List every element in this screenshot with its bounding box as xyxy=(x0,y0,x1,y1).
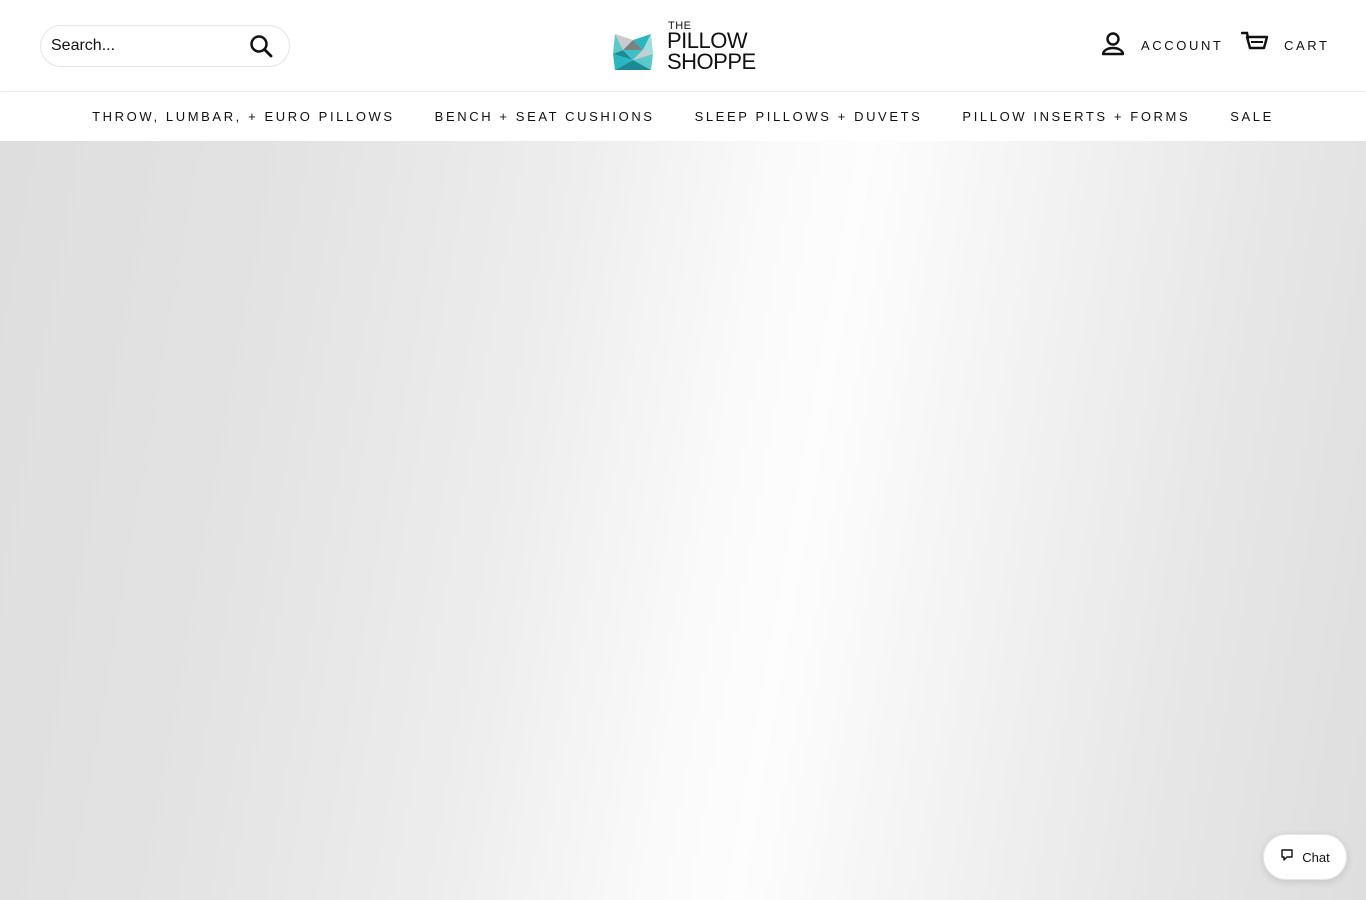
logo-text-shoppe: SHOPPE xyxy=(667,49,756,74)
search-button[interactable] xyxy=(246,32,276,62)
search-form xyxy=(40,25,290,67)
nav-item-bench-seat-cushions[interactable]: BENCH + SEAT CUSHIONS xyxy=(435,109,655,124)
user-icon xyxy=(1100,30,1126,61)
cart-label: CART xyxy=(1284,37,1330,53)
nav-item-throw-lumbar-euro-pillows[interactable]: THROW, LUMBAR, + EURO PILLOWS xyxy=(92,109,395,124)
nav-item-sale[interactable]: SALE xyxy=(1230,109,1274,124)
account-link[interactable]: ACCOUNT xyxy=(1100,30,1223,60)
pillow-logo-icon xyxy=(613,34,653,70)
chat-label: Chat xyxy=(1302,849,1330,865)
site-logo[interactable]: THE PILLOW SHOPPE xyxy=(611,20,757,74)
search-input[interactable] xyxy=(41,27,237,65)
nav-item-sleep-pillows-duvets[interactable]: SLEEP PILLOWS + DUVETS xyxy=(695,109,923,124)
main-navigation: THROW, LUMBAR, + EURO PILLOWS BENCH + SE… xyxy=(0,91,1366,141)
hero-image-placeholder xyxy=(0,141,1366,900)
chat-bubble-icon xyxy=(1280,848,1294,867)
chat-button[interactable]: Chat xyxy=(1263,834,1347,880)
account-label: ACCOUNT xyxy=(1141,37,1224,53)
cart-link[interactable]: CART xyxy=(1240,30,1330,61)
cart-icon xyxy=(1240,30,1269,61)
search-icon xyxy=(249,34,273,61)
nav-item-pillow-inserts-forms[interactable]: PILLOW INSERTS + FORMS xyxy=(962,109,1190,124)
site-header: THE PILLOW SHOPPE ACCOUNT CART xyxy=(0,0,1366,91)
